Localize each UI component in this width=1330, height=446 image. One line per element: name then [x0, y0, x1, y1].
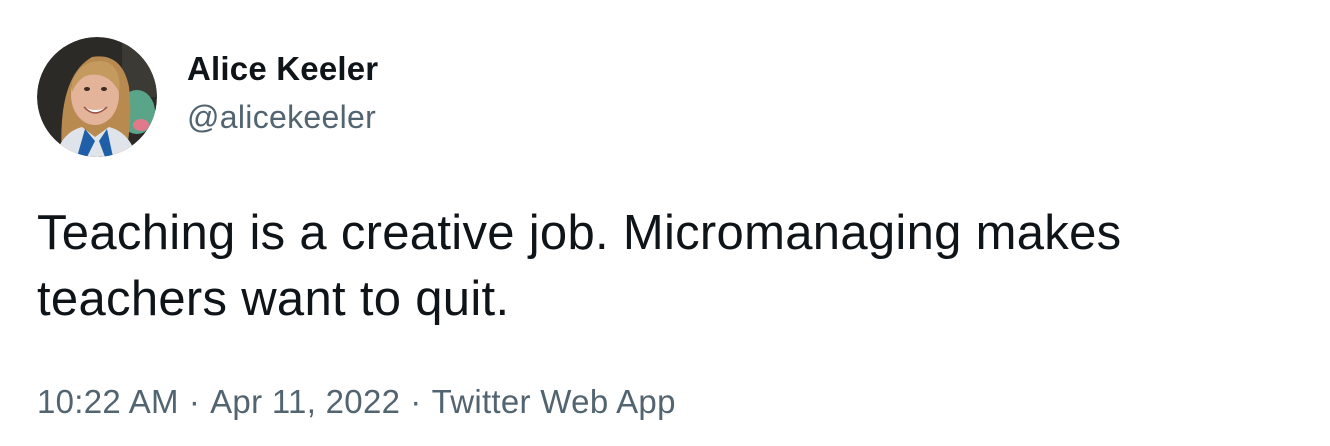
author-display-name[interactable]: Alice Keeler [187, 48, 378, 90]
meta-separator: · [188, 383, 201, 420]
avatar[interactable] [37, 37, 157, 157]
tweet-text: Teaching is a creative job. Micromanagin… [37, 206, 1122, 326]
tweet-card: Alice Keeler @alicekeeler Teaching is a … [0, 0, 1330, 446]
tweet-source[interactable]: Twitter Web App [432, 383, 676, 420]
author-handle[interactable]: @alicekeeler [187, 96, 378, 138]
meta-separator: · [410, 383, 422, 420]
tweet-meta: 10:22 AM · Apr 11, 2022 · Twitter Web App [37, 380, 676, 424]
tweet-time[interactable]: 10:22 AM [37, 383, 179, 420]
author-block: Alice Keeler @alicekeeler [187, 48, 378, 138]
tweet-date[interactable]: Apr 11, 2022 [210, 383, 400, 420]
